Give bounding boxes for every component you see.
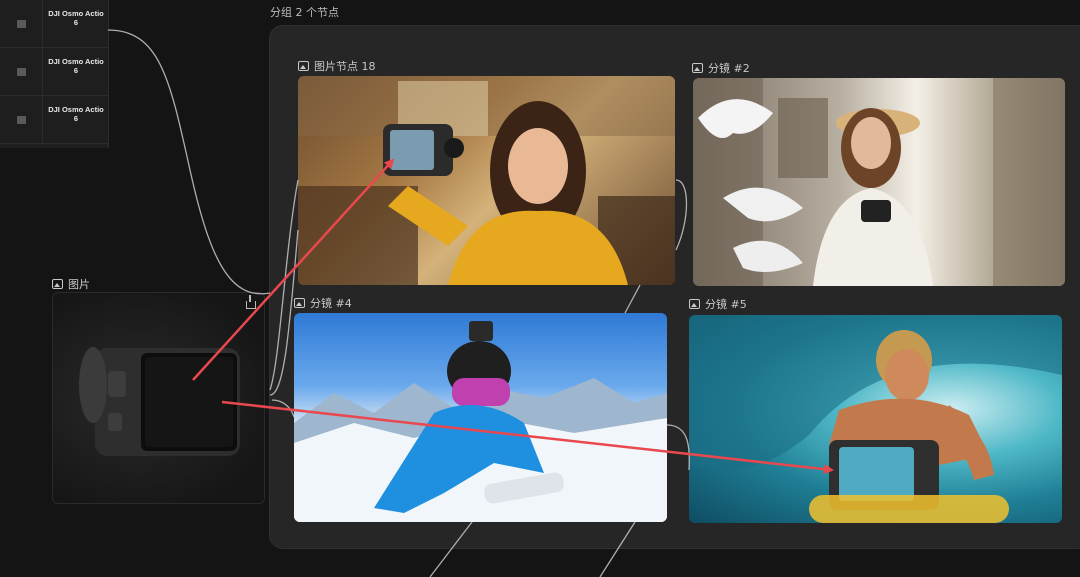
connector-line <box>666 424 690 471</box>
connector-line <box>624 284 641 314</box>
connector-line <box>599 521 636 577</box>
connector-line <box>269 179 299 391</box>
connector-line <box>675 179 688 251</box>
connector-line <box>107 29 271 295</box>
red-arrow-to-shot5 <box>221 400 834 475</box>
connections-overlay <box>107 29 834 577</box>
connector-line <box>429 521 473 577</box>
red-arrow-to-image-node <box>192 158 395 381</box>
